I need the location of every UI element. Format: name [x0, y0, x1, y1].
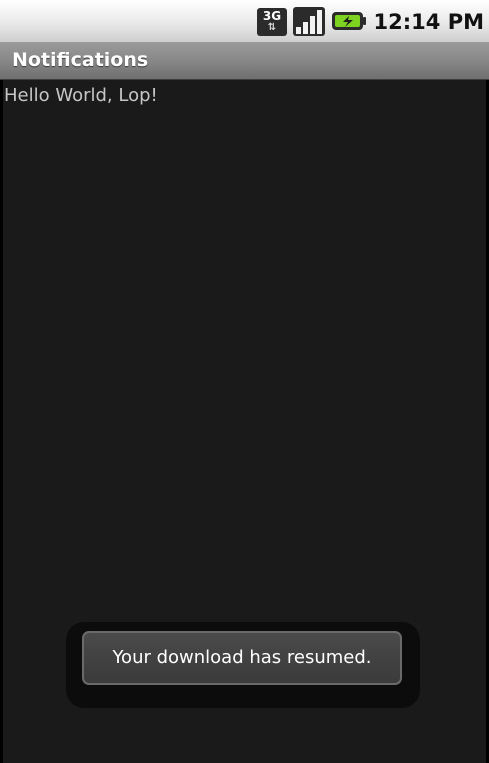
status-bar: 3G ⇅ 12:14 PM	[0, 0, 489, 43]
data-activity-arrows-icon: ⇅	[267, 22, 277, 33]
signal-bar-1	[296, 27, 301, 34]
signal-bar-2	[303, 22, 308, 34]
battery-charging-icon	[332, 12, 366, 30]
hello-text: Hello World, Lop!	[4, 85, 158, 106]
signal-strength-icon	[293, 7, 325, 36]
signal-bar-3	[310, 16, 315, 34]
signal-bar-4	[317, 10, 322, 34]
app-title: Notifications	[12, 49, 149, 71]
screen-edge-left	[0, 80, 3, 763]
toast-notification: Your download has resumed.	[82, 631, 402, 685]
network-type-label: 3G	[262, 9, 282, 23]
phone-screen: 3G ⇅ 12:14 PM Notifications Hello World,…	[0, 0, 489, 763]
status-clock: 12:14 PM	[373, 10, 484, 34]
3g-data-icon: 3G ⇅	[257, 8, 287, 36]
app-title-bar: Notifications	[0, 42, 489, 80]
toast-message: Your download has resumed.	[112, 647, 372, 668]
